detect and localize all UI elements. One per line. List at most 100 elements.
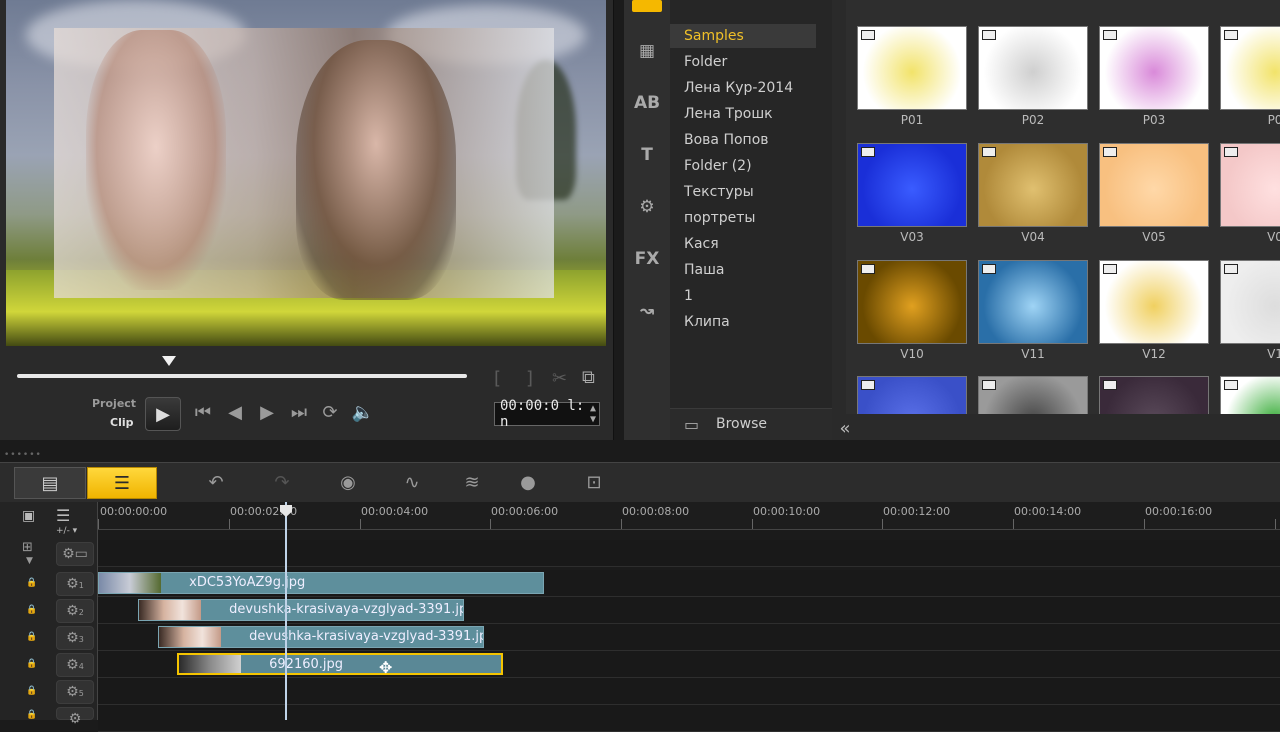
thumbnail[interactable] — [857, 260, 967, 344]
lock-icon[interactable]: 🔒 — [26, 686, 37, 696]
playhead-line[interactable] — [285, 502, 287, 720]
scrub-handle[interactable] — [162, 356, 176, 366]
subtitle-editor-icon[interactable]: ⊡ — [580, 470, 608, 496]
thumbnail[interactable] — [978, 376, 1088, 414]
timecode-stepper-icon[interactable]: ▲ ▼ — [590, 403, 596, 425]
auto-music-icon[interactable]: ≋ — [458, 470, 486, 496]
timecode-display[interactable]: 00:00:0 l: n ▲ ▼ — [494, 398, 600, 430]
thumbnail[interactable] — [857, 376, 967, 414]
prev-frame-icon[interactable]: ◀ — [222, 402, 248, 423]
lock-icon[interactable]: 🔒 — [26, 605, 37, 615]
play-button[interactable]: ▶ — [145, 397, 181, 431]
folder-item[interactable]: Samples — [670, 24, 816, 48]
track-row-overlay-6[interactable] — [98, 705, 1280, 732]
browse-label: Browse — [716, 416, 767, 432]
thumbnail-type-icon — [1103, 30, 1117, 40]
panel-divider[interactable]: •••••• — [0, 450, 1280, 462]
timeline-clip[interactable]: xDC53YoAZ9g.jpg — [98, 572, 544, 594]
mark-out-icon[interactable]: ] — [526, 368, 533, 389]
folder-item[interactable]: портреты — [670, 206, 816, 230]
ripple-dropdown-icon[interactable]: ▼ — [26, 556, 33, 566]
thumbnail-grid: P01 P02 P03 P0 V03 V04 V05 V0 V10 V11 V1… — [846, 0, 1280, 414]
transition-icon[interactable]: AB — [632, 90, 662, 116]
repeat-icon[interactable]: ⟳ — [317, 402, 343, 423]
skip-end-icon[interactable]: ⏭ — [286, 402, 312, 423]
thumbnail[interactable] — [1099, 376, 1209, 414]
add-remove-chapter-icon[interactable]: +/- ▾ — [56, 526, 77, 536]
thumbnail[interactable] — [857, 143, 967, 227]
lock-icon[interactable]: 🔒 — [26, 659, 37, 669]
browse-button[interactable]: ▭ Browse — [670, 408, 832, 440]
folder-item[interactable]: Текстуры — [670, 180, 816, 204]
timeline-clip[interactable]: devushka-krasivaya-vzglyad-3391.jp — [158, 626, 484, 648]
folder-item[interactable]: Паша — [670, 258, 816, 282]
video-track-icon[interactable]: ⚙▭ — [56, 542, 94, 566]
collapse-library-icon[interactable]: « — [834, 418, 856, 440]
folder-item[interactable]: Кася — [670, 232, 816, 256]
overlay-track-2-icon[interactable]: ⚙2 — [56, 599, 94, 623]
timecode-value: 00:00:0 l: n — [500, 398, 585, 430]
motion-tracking-icon[interactable]: ● — [514, 470, 542, 496]
lock-icon[interactable]: 🔒 — [26, 632, 37, 642]
fx-icon[interactable]: FX — [632, 246, 662, 272]
path-icon[interactable]: ↝ — [632, 298, 662, 324]
lock-icon[interactable]: 🔒 — [26, 710, 37, 720]
redo-icon[interactable]: ↷ — [268, 470, 296, 496]
folder-item[interactable]: Вова Попов — [670, 128, 816, 152]
folder-item[interactable]: Лена Кур-2014 — [670, 76, 816, 100]
track-manager-icon[interactable]: ☰ — [56, 506, 70, 525]
folder-item[interactable]: Лена Трошк — [670, 102, 816, 126]
folder-item[interactable]: Folder — [670, 50, 816, 74]
cut-icon[interactable]: ✂ — [552, 368, 567, 389]
timeline-clip-selected[interactable]: 692160.jpg — [177, 653, 503, 675]
timeline-view-button[interactable]: ☰ — [87, 467, 157, 499]
track-number: 1 — [78, 581, 84, 590]
mode-project-label[interactable]: Project — [92, 397, 136, 410]
sound-mixer-icon[interactable]: ∿ — [398, 470, 426, 496]
folder-item[interactable]: 1 — [670, 284, 816, 308]
show-all-tracks-icon[interactable]: ▣ — [22, 508, 35, 524]
skip-start-icon[interactable]: ⏮ — [190, 402, 216, 423]
thumbnail[interactable] — [1220, 26, 1280, 110]
thumbnail[interactable] — [1220, 143, 1280, 227]
thumbnail[interactable] — [978, 260, 1088, 344]
thumbnail[interactable] — [1220, 376, 1280, 414]
graphic-icon[interactable]: ⚙ — [632, 194, 662, 220]
drag-grip-icon[interactable]: •••••• — [4, 450, 42, 460]
preview-window[interactable] — [6, 0, 606, 346]
overlay-track-1-icon[interactable]: ⚙1 — [56, 572, 94, 596]
volume-icon[interactable]: 🔈 — [350, 402, 376, 423]
timeline-clip[interactable]: devushka-krasivaya-vzglyad-3391.jp — [138, 599, 464, 621]
enlarge-preview-icon[interactable]: ⧉ — [582, 367, 595, 388]
lock-icon[interactable]: 🔒 — [26, 578, 37, 588]
record-capture-icon[interactable]: ◉ — [334, 470, 362, 496]
thumbnail-type-icon — [982, 147, 996, 157]
thumbnail[interactable] — [1099, 260, 1209, 344]
timeline-ruler[interactable]: 00:00:00:00 00:00:02:00 00:00:04:00 00:0… — [98, 502, 1280, 530]
instant-project-icon[interactable]: ▦ — [632, 38, 662, 64]
thumbnail-type-icon — [982, 380, 996, 390]
track-row-video[interactable] — [98, 540, 1280, 567]
scrub-bar[interactable] — [17, 374, 467, 378]
thumbnail[interactable] — [1099, 143, 1209, 227]
mark-in-icon[interactable]: [ — [494, 368, 501, 389]
thumbnail[interactable] — [857, 26, 967, 110]
overlay-track-5-icon[interactable]: ⚙5 — [56, 680, 94, 704]
track-row-overlay-5[interactable] — [98, 678, 1280, 705]
thumbnail[interactable] — [1220, 260, 1280, 344]
ripple-editing-icon[interactable]: ⊞ — [22, 540, 33, 555]
mode-clip-label[interactable]: Clip — [110, 416, 134, 429]
thumbnail[interactable] — [978, 143, 1088, 227]
folder-item[interactable]: Клипа — [670, 310, 816, 334]
title-icon[interactable]: T — [632, 142, 662, 168]
storyboard-view-button[interactable]: ▤ — [14, 467, 86, 499]
media-icon[interactable] — [632, 0, 662, 12]
thumbnail[interactable] — [978, 26, 1088, 110]
overlay-track-4-icon[interactable]: ⚙4 — [56, 653, 94, 677]
undo-icon[interactable]: ↶ — [202, 470, 230, 496]
thumbnail[interactable] — [1099, 26, 1209, 110]
folder-item[interactable]: Folder (2) — [670, 154, 816, 178]
next-frame-icon[interactable]: ▶ — [254, 402, 280, 423]
overlay-track-3-icon[interactable]: ⚙3 — [56, 626, 94, 650]
overlay-track-6-icon[interactable]: ⚙ — [56, 707, 94, 727]
